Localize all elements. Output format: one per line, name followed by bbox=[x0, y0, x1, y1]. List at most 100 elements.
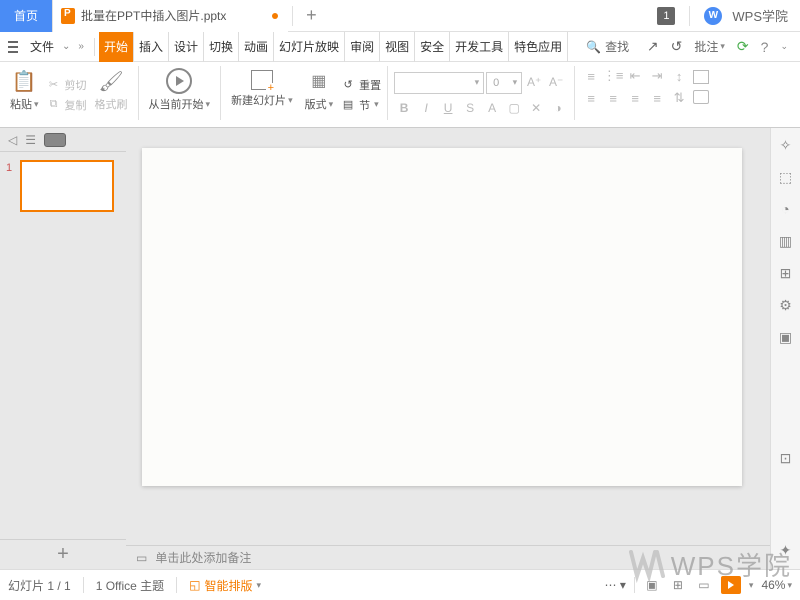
brand-label[interactable]: WPS学院 bbox=[732, 6, 788, 25]
indent-increase-button[interactable]: ⇥ bbox=[647, 66, 667, 86]
status-bar: 幻灯片 1 / 1 1 Office 主题 ◱ 智能排版 ▾ ⋯ ▾ ▣ ⊞ ▭… bbox=[0, 569, 800, 600]
share-icon[interactable]: ↗ bbox=[647, 38, 659, 55]
section-button[interactable]: ▤节▾ bbox=[341, 97, 381, 113]
separator bbox=[220, 66, 221, 120]
add-slide-button[interactable]: + bbox=[0, 539, 126, 569]
separator bbox=[574, 66, 575, 120]
layout-button[interactable]: ▦ 版式▾ bbox=[305, 68, 334, 112]
align-center-button[interactable]: ≡ bbox=[603, 88, 623, 108]
template-icon[interactable]: ⬚ bbox=[777, 168, 795, 186]
line-spacing-button[interactable]: ↕ bbox=[669, 66, 689, 86]
tab-review[interactable]: 审阅 bbox=[345, 32, 380, 62]
document-tab[interactable]: 批量在PPT中插入图片.pptx bbox=[53, 0, 288, 32]
font-size-combo[interactable]: 0▾ bbox=[486, 72, 522, 94]
slideshow-dropdown-icon[interactable]: ▾ bbox=[749, 580, 754, 591]
new-tab-button[interactable]: + bbox=[297, 2, 325, 30]
tab-insert[interactable]: 插入 bbox=[134, 32, 169, 62]
history-icon[interactable]: ↺ bbox=[671, 38, 683, 55]
file-dropdown-icon[interactable]: ⌄ bbox=[62, 41, 76, 52]
normal-view-button[interactable]: ▣ bbox=[643, 576, 661, 594]
assets-icon[interactable]: ◔ bbox=[777, 200, 795, 218]
file-menu[interactable]: 文件 bbox=[24, 38, 60, 55]
tab-view[interactable]: 视图 bbox=[380, 32, 415, 62]
shapes-group bbox=[693, 66, 709, 123]
smart-layout-button[interactable]: ◱ 智能排版 ▾ bbox=[189, 577, 261, 594]
font-color-button[interactable]: A bbox=[482, 98, 502, 118]
align-right-button[interactable]: ≡ bbox=[625, 88, 645, 108]
notification-badge[interactable]: 1 bbox=[657, 7, 675, 25]
tab-special[interactable]: 特色应用 bbox=[509, 32, 568, 62]
copy-button[interactable]: ⧉复制 bbox=[47, 97, 87, 113]
increase-font-button[interactable]: A⁺ bbox=[524, 72, 544, 92]
apps-icon[interactable]: ⊞ bbox=[777, 264, 795, 282]
shape-button[interactable] bbox=[693, 90, 709, 104]
slideshow-button[interactable] bbox=[721, 576, 741, 594]
notes-icon: ▭ bbox=[136, 551, 147, 565]
indent-decrease-button[interactable]: ⇤ bbox=[625, 66, 645, 86]
from-current-button[interactable]: 从当前开始▾ bbox=[149, 68, 211, 112]
font-effects-button[interactable]: ◑ bbox=[548, 98, 568, 118]
thumbnail-view-icon[interactable] bbox=[44, 133, 66, 147]
reset-button[interactable]: ↺重置 bbox=[341, 77, 381, 93]
sync-icon[interactable]: ⟳ bbox=[737, 38, 749, 55]
clear-format-button[interactable]: ✕ bbox=[526, 98, 546, 118]
ribbon-toolbar: 📋 粘贴▾ ✂剪切 ⧉复制 🖌 格式刷 从当前开始▾ 新建幻灯片▾ ▦ 版式▾ … bbox=[0, 62, 800, 128]
underline-button[interactable]: U bbox=[438, 98, 458, 118]
strikethrough-button[interactable]: S bbox=[460, 98, 480, 118]
settings-icon[interactable]: ⚙ bbox=[777, 296, 795, 314]
collapse-ribbon-icon[interactable]: ⌄ bbox=[780, 41, 788, 52]
paste-button[interactable]: 📋 粘贴▾ bbox=[10, 68, 39, 112]
tab-home[interactable]: 开始 bbox=[99, 32, 134, 62]
search-button[interactable]: 🔍 查找 bbox=[578, 38, 637, 55]
text-box-button[interactable] bbox=[693, 70, 709, 84]
help-icon[interactable]: ? bbox=[761, 39, 769, 55]
outline-view-icon[interactable]: ☰ bbox=[25, 133, 36, 147]
tab-transitions[interactable]: 切换 bbox=[204, 32, 239, 62]
slide-canvas[interactable] bbox=[142, 148, 742, 486]
sorter-view-button[interactable]: ⊞ bbox=[669, 576, 687, 594]
sparkle-icon[interactable]: ✧ bbox=[777, 136, 795, 154]
reading-view-button[interactable]: ▭ bbox=[695, 576, 713, 594]
notes-toggle-button[interactable]: ⋯ ▾ bbox=[605, 578, 626, 592]
chevron-down-icon: ▾ bbox=[206, 99, 211, 110]
bold-button[interactable]: B bbox=[394, 98, 414, 118]
chevron-down-icon: ▾ bbox=[475, 77, 480, 88]
menu-bar: 文件 ⌄ » 开始 插入 设计 切换 动画 幻灯片放映 审阅 视图 安全 开发工… bbox=[0, 32, 800, 62]
text-direction-button[interactable]: ⇅ bbox=[669, 88, 689, 108]
property-icon[interactable]: ⊡ bbox=[777, 449, 795, 467]
slide-counter: 幻灯片 1 / 1 bbox=[8, 577, 71, 594]
italic-button[interactable]: I bbox=[416, 98, 436, 118]
theme-button[interactable]: 1 Office 主题 bbox=[96, 577, 164, 594]
numbering-button[interactable]: ⋮≡ bbox=[603, 66, 623, 86]
thumbnail-list[interactable]: 1 bbox=[0, 152, 126, 539]
zoom-control[interactable]: 46% ▾ bbox=[761, 578, 792, 592]
format-painter-button[interactable]: 🖌 格式刷 bbox=[95, 68, 128, 112]
notes-input[interactable]: ▭ 单击此处添加备注 bbox=[126, 545, 770, 569]
highlight-button[interactable]: ▢ bbox=[504, 98, 524, 118]
separator bbox=[176, 577, 177, 593]
image-icon[interactable]: ▣ bbox=[777, 328, 795, 346]
panel-back-icon[interactable]: ◁ bbox=[8, 133, 17, 147]
hamburger-menu-icon[interactable] bbox=[4, 41, 22, 53]
home-tab[interactable]: 首页 bbox=[0, 0, 53, 32]
new-slide-button[interactable]: 新建幻灯片▾ bbox=[231, 68, 293, 108]
tab-animations[interactable]: 动画 bbox=[239, 32, 274, 62]
font-family-combo[interactable]: ▾ bbox=[394, 72, 484, 94]
cut-button[interactable]: ✂剪切 bbox=[47, 77, 87, 93]
play-icon bbox=[728, 581, 734, 589]
tab-slideshow[interactable]: 幻灯片放映 bbox=[274, 32, 345, 62]
tab-design[interactable]: 设计 bbox=[169, 32, 204, 62]
chart-icon[interactable]: ▥ bbox=[777, 232, 795, 250]
justify-button[interactable]: ≡ bbox=[647, 88, 667, 108]
slide-canvas-area[interactable]: ▭ 单击此处添加备注 bbox=[126, 128, 770, 569]
comments-button[interactable]: 批注▾ bbox=[694, 38, 725, 55]
copy-label: 复制 bbox=[65, 97, 87, 113]
tab-devtools[interactable]: 开发工具 bbox=[450, 32, 509, 62]
slide-thumbnail-1[interactable] bbox=[20, 160, 114, 212]
tools-icon[interactable]: ✦ bbox=[777, 541, 795, 559]
tab-security[interactable]: 安全 bbox=[415, 32, 450, 62]
overflow-icon[interactable]: » bbox=[78, 41, 90, 52]
decrease-font-button[interactable]: A⁻ bbox=[546, 72, 566, 92]
bullets-button[interactable]: ≡ bbox=[581, 66, 601, 86]
align-left-button[interactable]: ≡ bbox=[581, 88, 601, 108]
